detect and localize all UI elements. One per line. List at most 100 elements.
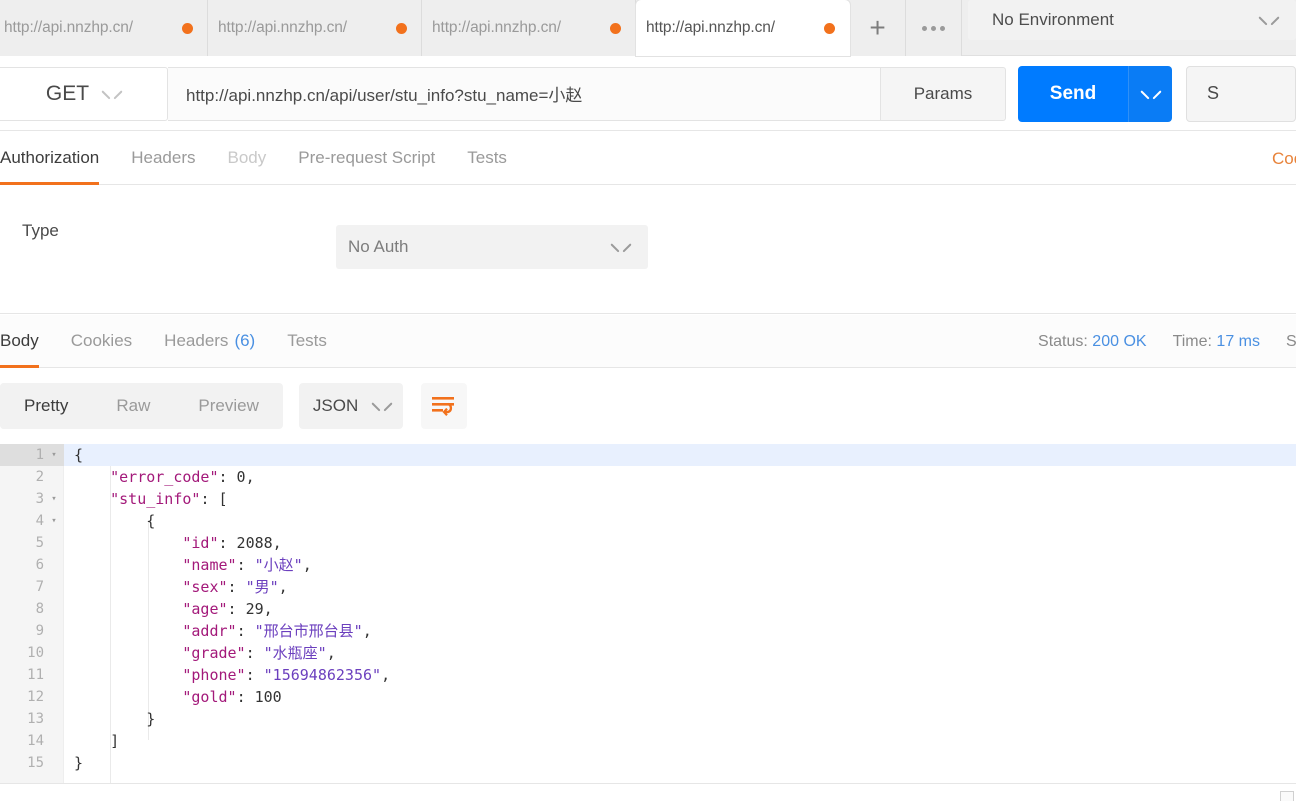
- fold-toggle-icon[interactable]: ▾: [49, 510, 59, 532]
- line-number: 11: [27, 667, 44, 683]
- tab-authorization[interactable]: Authorization: [0, 132, 115, 185]
- response-tab-tests[interactable]: Tests: [271, 315, 343, 367]
- code-line: 14 ]: [0, 730, 1296, 752]
- status-value: 200 OK: [1092, 332, 1147, 350]
- size-label: S: [1286, 332, 1296, 350]
- request-tab-2[interactable]: http://api.nnzhp.cn/: [208, 0, 422, 56]
- code-text: "stu_info": [: [110, 490, 228, 508]
- view-preview[interactable]: Preview: [174, 383, 282, 429]
- response-tab-body[interactable]: Body: [0, 315, 55, 368]
- save-button[interactable]: S: [1186, 65, 1296, 122]
- line-number: 8: [35, 601, 44, 617]
- time-meta: Time: 17 ms: [1173, 333, 1260, 351]
- code-text: "sex": "男",: [182, 578, 288, 596]
- unsaved-dot-icon[interactable]: [396, 22, 407, 34]
- request-url-row: GET http://api.nnzhp.cn/api/user/stu_inf…: [0, 57, 1296, 131]
- code-lines: 1 ▾{2 "error_code": 0, 3 ▾ "stu_info": [4 ▾ …: [0, 444, 1296, 774]
- fold-toggle-icon[interactable]: ▾: [49, 488, 59, 510]
- code-text: "age": 29,: [182, 600, 273, 618]
- request-tab-4[interactable]: http://api.nnzhp.cn/: [636, 0, 850, 56]
- response-tab-headers[interactable]: Headers (6): [148, 315, 271, 367]
- tab-label: Tests: [467, 148, 507, 167]
- code-line: 3 ▾ "stu_info": [: [0, 488, 1296, 510]
- send-button-group: Send: [1018, 65, 1172, 122]
- chevron-down-icon: [1142, 89, 1160, 99]
- tab-tests[interactable]: Tests: [451, 132, 523, 184]
- params-button[interactable]: Params: [881, 66, 1006, 121]
- code-line: 15}: [0, 752, 1296, 774]
- code-text: ]: [74, 732, 120, 750]
- tab-label: Headers: [131, 148, 196, 167]
- unsaved-dot-icon[interactable]: [824, 22, 835, 34]
- line-number: 1 ▾: [0, 444, 64, 466]
- method-selector[interactable]: GET: [0, 66, 168, 121]
- code-line: 1 ▾ {: [0, 444, 1296, 466]
- view-raw[interactable]: Raw: [92, 383, 174, 429]
- line-number: 2: [35, 469, 44, 485]
- tab-headers[interactable]: Headers: [115, 132, 211, 184]
- code-line: 9 "addr": "邢台市邢台县",: [0, 620, 1296, 642]
- line-number: 4 ▾: [0, 510, 64, 532]
- response-body-code[interactable]: 1 ▾{2 "error_code": 0, 3 ▾ "stu_info": [4 ▾ …: [0, 444, 1296, 784]
- format-label: JSON: [312, 396, 359, 415]
- send-options-button[interactable]: [1128, 65, 1172, 122]
- line-number: 3 ▾: [0, 488, 64, 510]
- chevron-down-icon: [103, 89, 121, 99]
- time-label: Time:: [1172, 332, 1212, 350]
- status-meta: Status: 200 OK: [1038, 333, 1147, 351]
- code-line: 13 }: [0, 708, 1296, 730]
- view-mode-group: Pretty Raw Preview: [0, 383, 283, 429]
- tab-options-button[interactable]: [906, 0, 962, 56]
- format-selector[interactable]: JSON: [298, 383, 403, 429]
- environment-selector[interactable]: No Environment: [968, 0, 1296, 40]
- line-number: 7: [35, 579, 44, 595]
- code-text: "name": "小赵",: [182, 556, 312, 574]
- line-number: 14: [27, 733, 44, 749]
- auth-type-selector[interactable]: No Auth: [336, 225, 648, 269]
- code-text: }: [74, 754, 84, 772]
- code-text: {: [74, 512, 156, 530]
- code-text: "id": 2088,: [182, 534, 282, 552]
- line-number: 12: [27, 689, 44, 705]
- request-tab-3[interactable]: http://api.nnzhp.cn/: [422, 0, 636, 56]
- send-button[interactable]: Send: [1018, 65, 1128, 122]
- request-tabs-strip: http://api.nnzhp.cn/ http://api.nnzhp.cn…: [0, 0, 962, 56]
- tab-label: Cookies: [70, 331, 133, 350]
- new-tab-button[interactable]: +: [850, 0, 906, 56]
- line-number: 6: [35, 557, 44, 573]
- line-number: 9: [35, 623, 44, 639]
- unsaved-dot-icon[interactable]: [610, 22, 621, 34]
- status-label: Status:: [1038, 332, 1088, 350]
- auth-type-value: No Auth: [348, 237, 409, 256]
- code-text: }: [74, 710, 156, 728]
- response-tab-cookies[interactable]: Cookies: [55, 315, 148, 367]
- code-text: {: [74, 446, 84, 464]
- word-wrap-icon: [431, 397, 454, 416]
- code-line: 8 "age": 29,: [0, 598, 1296, 620]
- code-line: 11 "phone": "15694862356",: [0, 664, 1296, 686]
- tab-label: Tests: [287, 331, 327, 350]
- tab-pre-request-script[interactable]: Pre-request Script: [282, 132, 451, 184]
- code-line: 5 "id": 2088,: [0, 532, 1296, 554]
- view-pretty[interactable]: Pretty: [0, 383, 93, 429]
- code-line: 12 "gold": 100: [0, 686, 1296, 708]
- line-number: 5: [35, 535, 44, 551]
- request-tab-label: http://api.nnzhp.cn/: [432, 19, 561, 36]
- word-wrap-button[interactable]: [420, 383, 467, 429]
- request-tab-label: http://api.nnzhp.cn/: [4, 19, 133, 36]
- request-section-tabs: Authorization Headers Body Pre-request S…: [0, 132, 1296, 185]
- cookies-link[interactable]: Cookies: [1272, 132, 1296, 185]
- plus-icon: +: [869, 12, 886, 43]
- unsaved-dot-icon[interactable]: [182, 22, 193, 34]
- cookies-label: Cookies: [1272, 148, 1296, 168]
- tab-label: Pre-request Script: [298, 148, 436, 167]
- tab-label: Body: [227, 148, 267, 167]
- resize-corner[interactable]: [1280, 791, 1294, 801]
- tab-label: Authorization: [0, 148, 100, 167]
- request-tab-1[interactable]: http://api.nnzhp.cn/: [0, 0, 208, 56]
- tab-body[interactable]: Body: [212, 132, 283, 184]
- authorization-panel: Type: [0, 185, 1296, 314]
- code-text: "grade": "水瓶座",: [182, 644, 336, 662]
- fold-toggle-icon[interactable]: ▾: [49, 444, 59, 466]
- url-input[interactable]: http://api.nnzhp.cn/api/user/stu_info?st…: [168, 66, 881, 121]
